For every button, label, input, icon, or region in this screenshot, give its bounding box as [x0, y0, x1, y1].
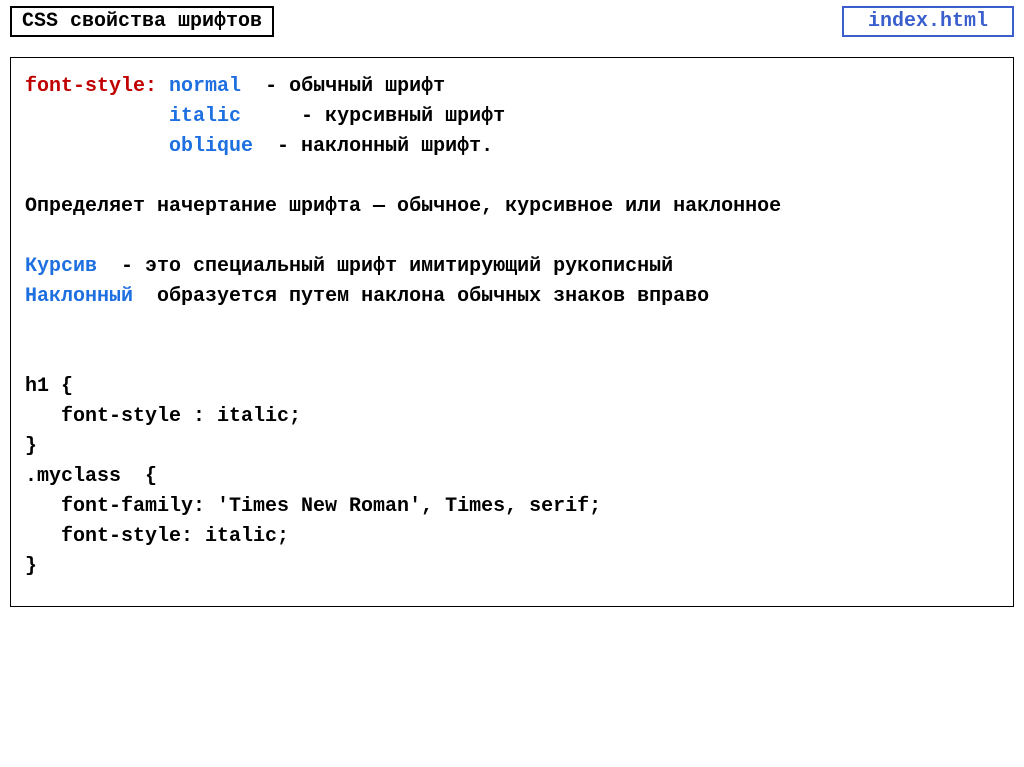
code-line: }: [25, 435, 37, 458]
header-bar: CSS свойства шрифтов index.html: [0, 0, 1024, 37]
slide-title: CSS свойства шрифтов: [10, 6, 274, 37]
code-line: font-style: italic;: [25, 525, 289, 548]
value-oblique: oblique: [169, 135, 253, 158]
code-line: }: [25, 555, 37, 578]
naklon-text: образуется путем наклона обычных знаков …: [133, 285, 709, 308]
code-line: font-style : italic;: [25, 405, 301, 428]
filename-label: index.html: [842, 6, 1014, 37]
naklon-label: Наклонный: [25, 285, 133, 308]
css-property: font-style:: [25, 75, 157, 98]
value-normal: normal: [169, 75, 241, 98]
indent: [25, 105, 169, 128]
content-box: font-style: normal - обычный шрифт itali…: [10, 57, 1014, 607]
code-line: font-family: 'Times New Roman', Times, s…: [25, 495, 601, 518]
indent: [25, 135, 169, 158]
kursiv-text: - это специальный шрифт имитирующий руко…: [97, 255, 673, 278]
desc-normal: - обычный шрифт: [241, 75, 445, 98]
code-line: h1 {: [25, 375, 73, 398]
summary-text: Определяет начертание шрифта — обычное, …: [25, 195, 781, 218]
kursiv-label: Курсив: [25, 255, 97, 278]
desc-oblique: - наклонный шрифт.: [253, 135, 493, 158]
desc-italic: - курсивный шрифт: [241, 105, 505, 128]
code-line: .myclass {: [25, 465, 157, 488]
value-italic: italic: [169, 105, 241, 128]
